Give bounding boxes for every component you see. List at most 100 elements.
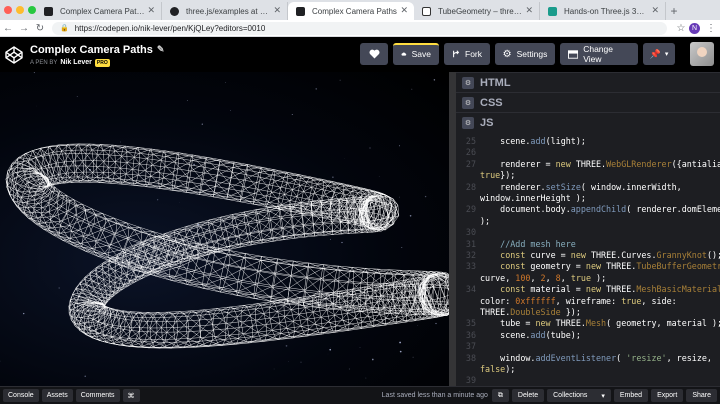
heart-icon xyxy=(369,49,379,59)
line-number: 33 xyxy=(465,261,476,272)
code-line: 34 const material = new THREE.MeshBasicM… xyxy=(456,284,720,295)
change-view-button[interactable]: Change View xyxy=(560,43,638,65)
maximize-window-icon[interactable] xyxy=(28,6,36,14)
pen-actions: Save Fork ⚙ Settings Change View 📌 ▾ xyxy=(360,43,675,65)
share-button[interactable]: Share xyxy=(686,389,717,402)
browser-tab-3[interactable]: Complex Camera Paths ✕ xyxy=(288,2,414,20)
line-content: curve, 100, 2, 8, true ); xyxy=(480,272,607,283)
copy-link-icon[interactable]: ⧉ xyxy=(491,389,509,402)
user-avatar[interactable] xyxy=(690,42,714,66)
line-content: tube = new THREE.Mesh( geometry, materia… xyxy=(480,318,720,329)
embed-button[interactable]: Embed xyxy=(613,389,649,402)
close-tab-icon[interactable]: ✕ xyxy=(273,5,281,16)
line-number: 39 xyxy=(465,375,476,386)
css-panel-gear-icon[interactable]: ⚙ xyxy=(462,96,474,109)
settings-button[interactable]: ⚙ Settings xyxy=(495,43,555,65)
close-tab-icon[interactable]: ✕ xyxy=(147,5,155,16)
footer-bar: Console Assets Comments ⌘ Last saved les… xyxy=(0,386,720,404)
author-link[interactable]: Nik Lever xyxy=(60,59,92,66)
code-line: 28 renderer.setSize( window.innerWidth, xyxy=(456,182,720,193)
js-panel-gear-icon[interactable]: ⚙ xyxy=(462,116,474,129)
code-line: THREE.DoubleSide }); xyxy=(456,307,720,318)
keyboard-shortcuts-icon[interactable]: ⌘ xyxy=(122,389,140,402)
github-favicon-icon xyxy=(170,7,179,16)
line-content: false); xyxy=(480,364,516,374)
url-input[interactable]: 🔒 https://codepen.io/nik-lever/pen/KjQLe… xyxy=(52,21,667,35)
css-panel-header[interactable]: ⚙ CSS xyxy=(456,92,720,112)
close-tab-icon[interactable]: ✕ xyxy=(651,5,659,16)
back-icon[interactable]: ← xyxy=(0,23,16,34)
line-content: THREE.DoubleSide }); xyxy=(480,307,581,317)
editor-resize-handle[interactable] xyxy=(449,72,456,386)
save-button[interactable]: Save xyxy=(393,43,439,65)
line-content: const curve = new THREE.Curves.GrannyKno… xyxy=(500,250,720,260)
line-number: 36 xyxy=(465,329,476,340)
preview-canvas[interactable] xyxy=(0,72,453,386)
forward-icon[interactable]: → xyxy=(16,23,32,34)
line-content: scene.add(tube); xyxy=(480,329,581,340)
line-content: color: 0xffffff, wireframe: true, side: xyxy=(480,295,677,306)
line-content: renderer.setSize( window.innerWidth, xyxy=(480,181,682,192)
console-button[interactable]: Console xyxy=(3,389,39,402)
edit-pencil-icon[interactable]: ✎ xyxy=(157,44,165,55)
browser-tab-strip: Complex Camera Paths - comp ✕ three.js/e… xyxy=(0,0,720,20)
comments-button[interactable]: Comments xyxy=(75,389,120,402)
pin-menu-button[interactable]: 📌 ▾ xyxy=(643,43,675,65)
star-icon[interactable]: ☆ xyxy=(673,23,689,34)
code-editor: ⚙ HTML ⚙ CSS ⚙ JS 25 scene.add(light); 26… xyxy=(456,72,720,386)
delete-button[interactable]: Delete xyxy=(511,389,545,402)
browser-tab-2[interactable]: three.js/examples at dev · mrdo ✕ xyxy=(162,2,288,20)
browser-tab-5[interactable]: Hands-on Three.js 3D Web Vi ✕ xyxy=(540,2,666,20)
close-window-icon[interactable] xyxy=(4,6,12,14)
code-line: 31 //Add mesh here xyxy=(456,239,720,250)
chevron-down-icon: ▾ xyxy=(601,392,605,400)
code-line: 35 tube = new THREE.Mesh( geometry, mate… xyxy=(456,318,720,329)
code-line: ); xyxy=(456,216,720,227)
new-tab-icon[interactable]: + xyxy=(666,2,682,20)
pin-icon: 📌 xyxy=(649,48,661,59)
assets-button[interactable]: Assets xyxy=(41,389,73,402)
code-line: 36 scene.add(tube); xyxy=(456,330,720,341)
profile-avatar[interactable]: N xyxy=(689,22,700,34)
browser-menu-icon[interactable]: ⋮ xyxy=(706,23,716,34)
js-panel-header[interactable]: ⚙ JS xyxy=(456,112,720,132)
browser-tab-1[interactable]: Complex Camera Paths - comp ✕ xyxy=(36,2,162,20)
course-favicon-icon xyxy=(548,7,557,16)
code-line: 33 const geometry = new THREE.TubeBuffer… xyxy=(456,261,720,272)
line-number: 35 xyxy=(465,318,476,329)
html-panel-gear-icon[interactable]: ⚙ xyxy=(462,76,474,89)
html-panel-header[interactable]: ⚙ HTML xyxy=(456,72,720,92)
pen-title[interactable]: Complex Camera Paths xyxy=(30,44,153,56)
close-tab-icon[interactable]: ✕ xyxy=(400,5,408,16)
line-content: true}); xyxy=(480,170,516,181)
fork-button[interactable]: Fork xyxy=(444,43,490,65)
code-line: 26 xyxy=(456,147,720,158)
granny-knot-wireframe xyxy=(0,72,453,379)
line-content: window.innerHeight ); xyxy=(480,193,586,203)
js-code-area[interactable]: 25 scene.add(light); 26 27 renderer = new … xyxy=(456,132,720,386)
chevron-down-icon: ▾ xyxy=(664,51,669,58)
line-content: window.addEventListener( 'resize', resiz… xyxy=(480,352,712,363)
line-number: 38 xyxy=(465,352,476,363)
line-number: 30 xyxy=(465,227,476,238)
layout-icon xyxy=(568,49,579,59)
codepen-favicon-icon xyxy=(44,7,53,16)
line-number: 28 xyxy=(465,181,476,192)
code-line: 37 xyxy=(456,341,720,352)
codepen-favicon-icon xyxy=(296,7,305,16)
codepen-logo-icon[interactable] xyxy=(2,43,26,67)
line-content: renderer = new THREE.WebGLRenderer({anti… xyxy=(480,158,720,169)
close-tab-icon[interactable]: ✕ xyxy=(525,5,533,16)
minimize-window-icon[interactable] xyxy=(16,6,24,14)
reload-icon[interactable]: ↻ xyxy=(32,23,48,34)
export-button[interactable]: Export xyxy=(651,389,684,402)
gear-icon: ⚙ xyxy=(502,48,512,60)
browser-tab-4[interactable]: TubeGeometry – three.js docs ✕ xyxy=(414,2,540,20)
collections-button[interactable]: Collections ▾ xyxy=(547,389,611,402)
line-number: 29 xyxy=(465,204,476,215)
code-line: 27 renderer = new THREE.WebGLRenderer({a… xyxy=(456,159,720,170)
threejs-favicon-icon xyxy=(422,7,431,16)
heart-button[interactable] xyxy=(360,43,388,65)
line-number: 32 xyxy=(465,250,476,260)
line-number: 27 xyxy=(465,158,476,169)
